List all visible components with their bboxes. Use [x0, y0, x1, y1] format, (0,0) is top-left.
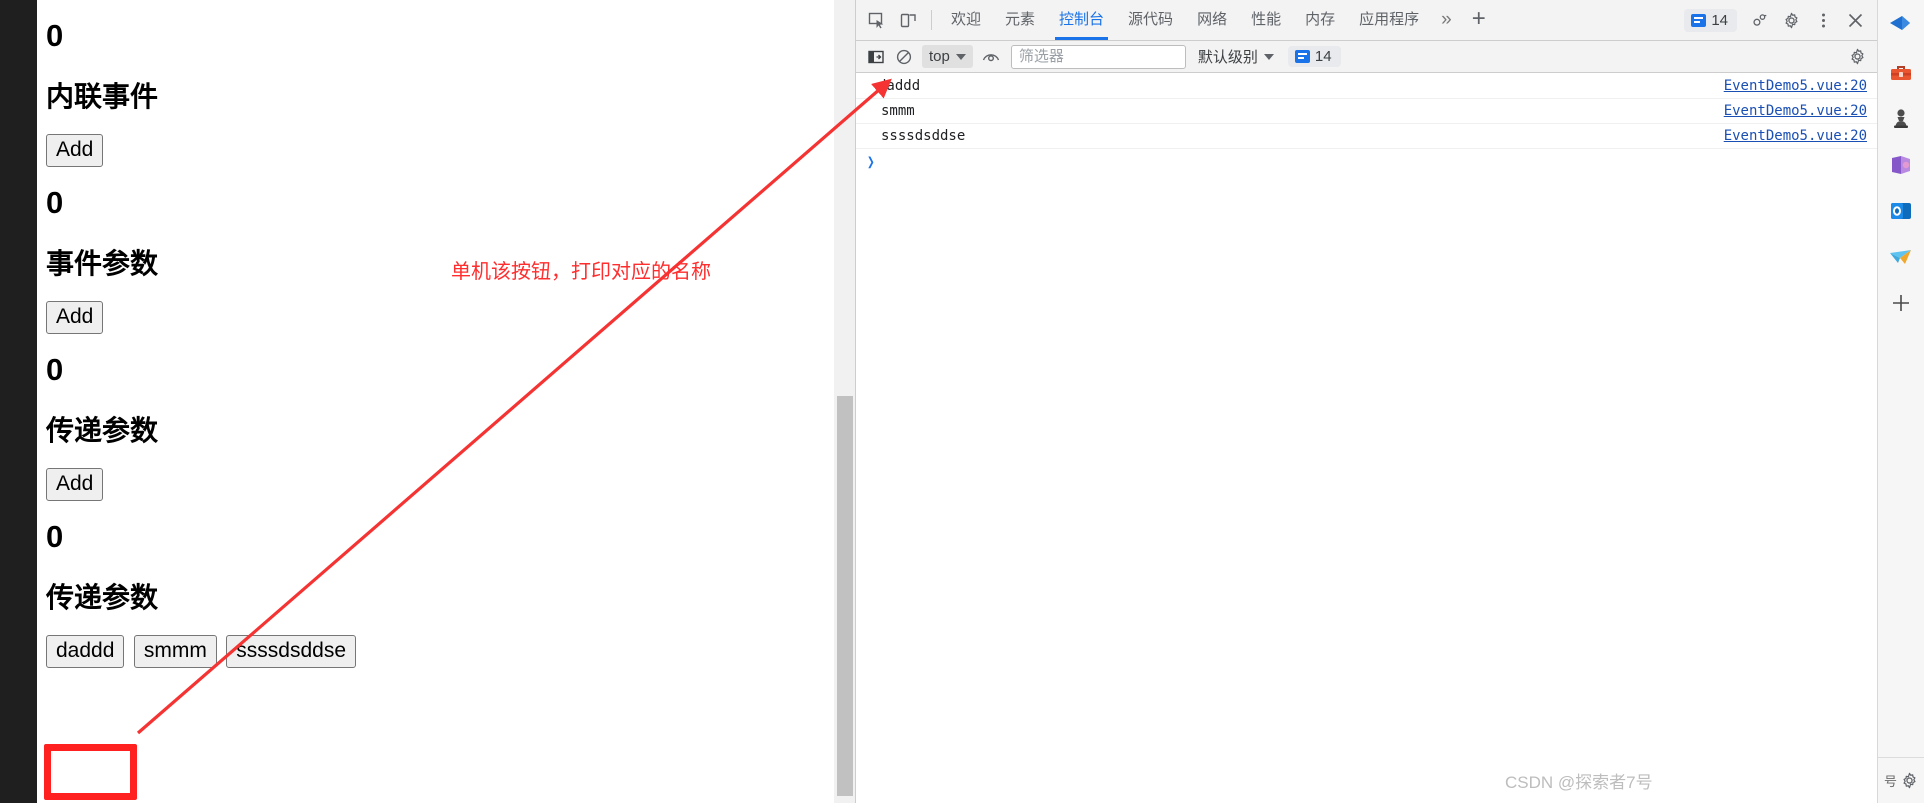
more-tabs-chevron-icon[interactable]: »: [1431, 0, 1462, 40]
console-row[interactable]: daddd EventDemo5.vue:20: [856, 74, 1877, 99]
purple-app-icon[interactable]: [1883, 142, 1919, 188]
dark-left-rail: [0, 0, 37, 803]
issues-badge[interactable]: 14: [1684, 8, 1737, 32]
clear-console-icon[interactable]: [890, 44, 918, 70]
console-message-source[interactable]: EventDemo5.vue:20: [1724, 103, 1867, 119]
console-row[interactable]: ssssdsddse EventDemo5.vue:20: [856, 124, 1877, 149]
tab-sources[interactable]: 源代码: [1116, 0, 1185, 40]
page-scrollbar-thumb[interactable]: [837, 396, 853, 796]
vue-demo-content: 0 内联事件 Add 0 事件参数 Add 0 传递参数 Add 0 传递参数 …: [37, 0, 833, 803]
tab-application[interactable]: 应用程序: [1347, 0, 1431, 40]
add-icon[interactable]: [1883, 280, 1919, 326]
console-message-source[interactable]: EventDemo5.vue:20: [1724, 78, 1867, 94]
issues-count: 14: [1711, 11, 1728, 29]
tab-memory[interactable]: 内存: [1293, 0, 1347, 40]
counter-value-1: 0: [46, 18, 64, 53]
devtools-panel: 欢迎 元素 控制台 源代码 网络 性能 内存 应用程序 » + 14 top 筛…: [855, 0, 1877, 803]
section-pass-args: 0 传递参数 Add: [46, 352, 833, 502]
button-row-3: Add: [46, 468, 833, 502]
section-title-3: 传递参数: [46, 414, 159, 446]
console-prompt[interactable]: ❯: [856, 149, 1877, 175]
console-prompt-caret-icon: ❯: [866, 152, 875, 171]
console-message-count-badge[interactable]: 14: [1287, 46, 1341, 67]
named-button-smmm[interactable]: smmm: [133, 635, 217, 669]
console-message-text: daddd: [878, 78, 921, 94]
browser-page-viewport: 0 内联事件 Add 0 事件参数 Add 0 传递参数 Add 0 传递参数 …: [0, 0, 855, 803]
tab-welcome[interactable]: 欢迎: [939, 0, 993, 40]
blue-arrow-icon[interactable]: [1883, 4, 1919, 50]
paper-plane-icon[interactable]: [1883, 234, 1919, 280]
message-icon: [1294, 50, 1310, 63]
chevron-down-icon: [955, 53, 966, 60]
settings-gear-icon[interactable]: [1775, 5, 1807, 35]
tab-performance[interactable]: 性能: [1239, 0, 1293, 40]
add-button-2[interactable]: Add: [46, 301, 104, 335]
toolbox-icon[interactable]: [1883, 50, 1919, 96]
button-row-1: Add: [46, 133, 833, 168]
tab-elements[interactable]: 元素: [993, 0, 1047, 40]
console-message-text: ssssdsddse: [881, 128, 966, 144]
page-vertical-scrollbar[interactable]: [833, 0, 855, 803]
section-pass-args-named: 0 传递参数 daddd smmm ssssdsddse: [46, 519, 833, 669]
section-title-4: 传递参数: [46, 581, 159, 613]
console-toolbar: top 默认级别 14: [856, 41, 1877, 73]
console-sidebar-toggle-icon[interactable]: [862, 44, 890, 70]
section-title-2: 事件参数: [46, 247, 159, 279]
close-devtools-icon[interactable]: [1839, 5, 1871, 35]
counter-value-3: 0: [46, 352, 64, 388]
windows-sidebar-rail: 号: [1877, 0, 1924, 803]
named-button-daddd[interactable]: daddd: [46, 635, 125, 669]
execution-context-select[interactable]: top: [922, 45, 973, 68]
console-message-text: smmm: [881, 103, 915, 119]
chevron-down-icon-level: [1263, 53, 1274, 60]
rail-status-area: 号: [1878, 757, 1924, 803]
console-toolbar-right: [1843, 44, 1871, 70]
issues-icon: [1691, 13, 1707, 27]
inspect-element-icon[interactable]: [860, 5, 892, 35]
tab-network[interactable]: 网络: [1185, 0, 1239, 40]
add-button-1[interactable]: Add: [46, 133, 104, 168]
console-filter-input[interactable]: [1010, 44, 1186, 69]
devtools-settings-gear-icon[interactable]: [1743, 5, 1775, 35]
named-button-ssssdsddse[interactable]: ssssdsddse: [226, 635, 357, 669]
outlook-icon[interactable]: [1883, 188, 1919, 234]
screen-root: 0 内联事件 Add 0 事件参数 Add 0 传递参数 Add 0 传递参数 …: [0, 0, 1924, 803]
devtools-tabbar: 欢迎 元素 控制台 源代码 网络 性能 内存 应用程序 » + 14: [856, 0, 1877, 41]
section-title-1: 内联事件: [46, 80, 159, 112]
console-message-source[interactable]: EventDemo5.vue:20: [1724, 128, 1867, 144]
device-toolbar-icon[interactable]: [892, 5, 924, 35]
console-settings-gear-icon[interactable]: [1843, 44, 1871, 70]
live-expression-eye-icon[interactable]: [977, 44, 1005, 70]
counter-value-2: 0: [46, 185, 64, 221]
console-row[interactable]: smmm EventDemo5.vue:20: [856, 99, 1877, 124]
section-inline-event: 0 内联事件 Add: [46, 18, 833, 168]
execution-context-value: top: [929, 48, 950, 65]
console-level-value: 默认级别: [1197, 49, 1258, 66]
console-message-list: daddd EventDemo5.vue:20 smmm EventDemo5.…: [856, 74, 1877, 803]
counter-value-4: 0: [46, 519, 64, 555]
tab-console[interactable]: 控制台: [1047, 0, 1116, 40]
button-row-2: Add: [46, 301, 833, 335]
rail-status-text: 号: [1883, 774, 1897, 789]
button-row-4: daddd smmm ssssdsddse: [46, 635, 833, 669]
more-options-icon[interactable]: [1807, 5, 1839, 35]
console-level-select[interactable]: 默认级别: [1192, 43, 1280, 70]
console-message-count: 14: [1314, 48, 1332, 65]
devtools-tabbar-actions: 14: [1684, 5, 1877, 35]
rail-settings-gear-icon: [1903, 772, 1916, 789]
chess-pawn-icon[interactable]: [1883, 96, 1919, 142]
tabbar-divider: [931, 10, 932, 30]
section-event-args: 0 事件参数 Add: [46, 185, 833, 335]
add-button-3[interactable]: Add: [46, 468, 104, 502]
add-panel-icon[interactable]: +: [1462, 0, 1496, 40]
